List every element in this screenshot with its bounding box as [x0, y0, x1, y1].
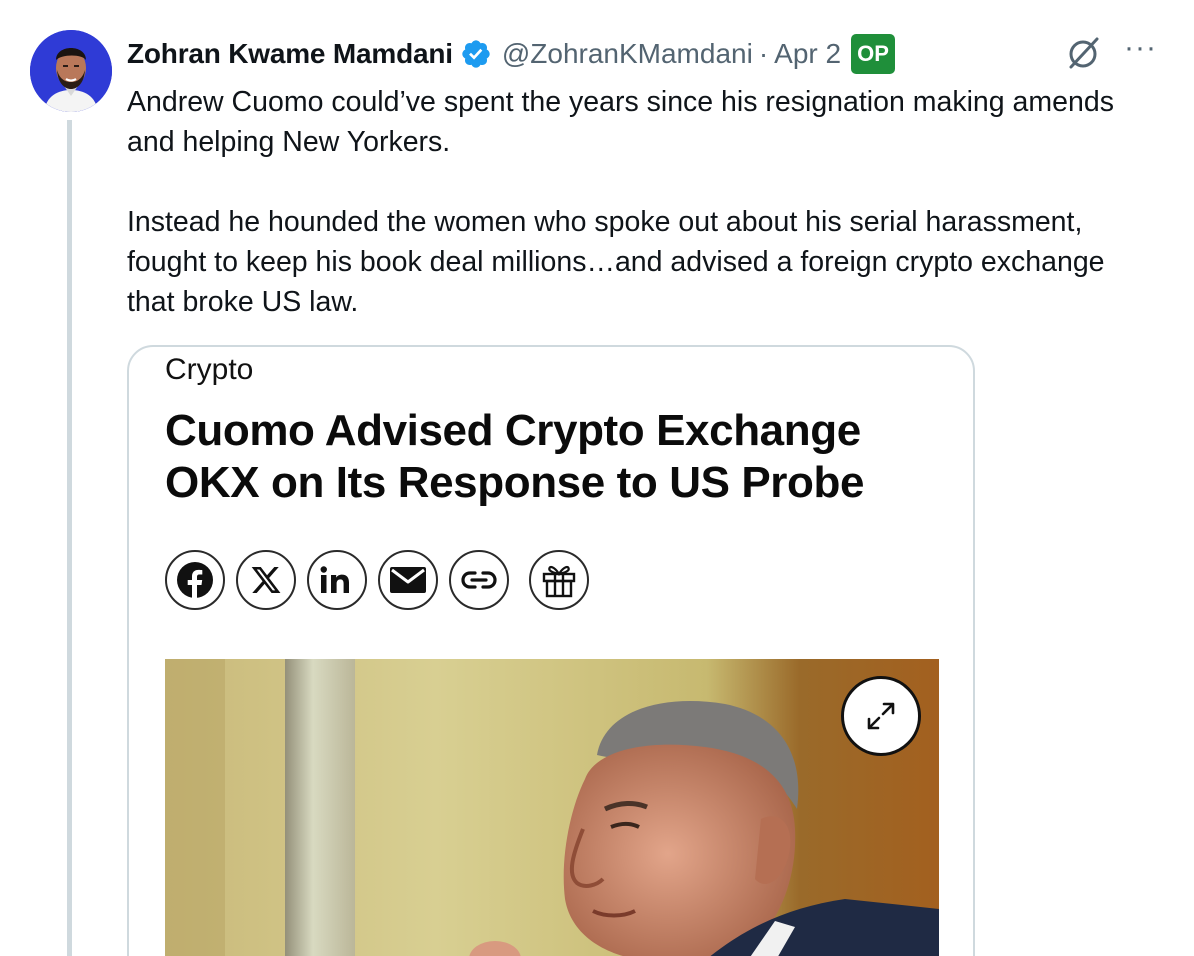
- tweet-date[interactable]: Apr 2: [774, 38, 841, 70]
- avatar[interactable]: [30, 30, 112, 112]
- facebook-icon: [177, 562, 213, 599]
- x-icon: [251, 567, 281, 593]
- share-facebook-button[interactable]: [165, 550, 225, 610]
- card-headline: Cuomo Advised Crypto Exchange OKX on Its…: [165, 406, 865, 507]
- more-options-icon[interactable]: ···: [1124, 33, 1157, 63]
- expand-icon: [867, 702, 895, 730]
- share-buttons: [165, 550, 589, 610]
- share-email-button[interactable]: [378, 550, 438, 610]
- separator-dot: ·: [758, 38, 769, 69]
- author-name[interactable]: Zohran Kwame Mamdani: [127, 38, 453, 70]
- article-photo-image: [165, 659, 939, 956]
- card-category: Crypto: [165, 353, 254, 386]
- tweet-text: Andrew Cuomo could’ve spent the years si…: [127, 82, 1147, 322]
- grok-icon[interactable]: [1064, 34, 1102, 72]
- share-linkedin-button[interactable]: [307, 550, 367, 610]
- verified-badge-icon[interactable]: [460, 38, 492, 70]
- tweet-paragraph-1: Andrew Cuomo could’ve spent the years si…: [127, 86, 1114, 158]
- author-handle[interactable]: @ZohranKMamdani: [502, 38, 753, 70]
- email-icon: [390, 567, 426, 593]
- tweet-paragraph-2: Instead he hounded the women who spoke o…: [127, 206, 1105, 318]
- copy-link-button[interactable]: [449, 550, 509, 610]
- linkedin-icon: [320, 566, 349, 593]
- share-x-button[interactable]: [236, 550, 296, 610]
- article-photo[interactable]: [165, 659, 939, 956]
- op-badge: OP: [851, 34, 895, 74]
- link-preview-card[interactable]: Crypto Cuomo Advised Crypto Exchange OKX…: [127, 345, 975, 956]
- thread-line: [67, 120, 72, 956]
- expand-button[interactable]: [841, 676, 921, 756]
- gift-article-button[interactable]: [529, 550, 589, 610]
- avatar-image: [30, 30, 112, 112]
- tweet-header: Zohran Kwame Mamdani @ZohranKMamdani · A…: [127, 30, 1177, 78]
- link-icon: [461, 571, 497, 589]
- header-actions: ···: [1064, 33, 1157, 72]
- tweet[interactable]: Zohran Kwame Mamdani @ZohranKMamdani · A…: [0, 0, 1194, 956]
- gift-icon: [542, 565, 576, 598]
